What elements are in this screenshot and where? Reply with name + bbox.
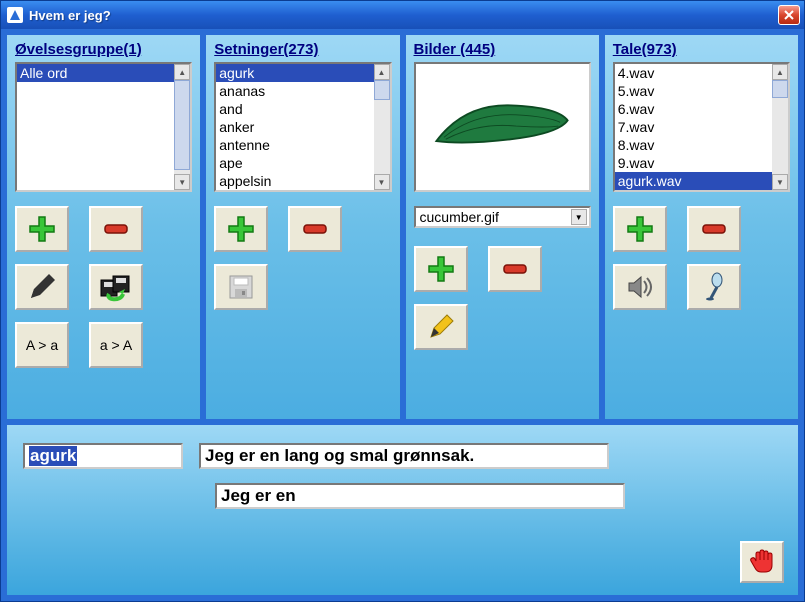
close-icon	[784, 10, 794, 20]
sentence-partial-input[interactable]: Jeg er en	[215, 483, 625, 509]
pencil-yellow-icon	[426, 312, 456, 342]
speaker-icon	[625, 272, 655, 302]
scroll-up-icon[interactable]: ▲	[374, 64, 390, 80]
minus-icon	[500, 254, 530, 284]
upper-panels: Øvelsesgruppe(1) Alle ord ▲ ▼	[4, 32, 801, 422]
floppy-icon	[227, 273, 255, 301]
panel-images: Bilder (445) cucumber.gif ▼	[405, 34, 600, 420]
scroll-down-icon[interactable]: ▼	[174, 174, 190, 190]
scroll-down-icon[interactable]: ▼	[374, 174, 390, 190]
list-item[interactable]: and	[216, 100, 373, 118]
sentences-save-button[interactable]	[214, 264, 268, 310]
panel-speech: Tale(973) 4.wav5.wav6.wav7.wav8.wav9.wav…	[604, 34, 799, 420]
microphone-icon	[699, 272, 729, 302]
app-window: Hvem er jeg? Øvelsesgruppe(1) Alle ord ▲…	[0, 0, 805, 602]
list-item[interactable]: 7.wav	[615, 118, 772, 136]
plus-icon	[426, 254, 456, 284]
list-item[interactable]: ape	[216, 154, 373, 172]
image-preview	[414, 62, 591, 192]
list-item[interactable]: anker	[216, 118, 373, 136]
panel-sentences-title[interactable]: Setninger(273)	[214, 41, 391, 58]
list-item[interactable]: 8.wav	[615, 136, 772, 154]
speech-record-button[interactable]	[687, 264, 741, 310]
scroll-thumb[interactable]	[772, 80, 788, 98]
scroll-down-icon[interactable]: ▼	[772, 174, 788, 190]
scrollbar[interactable]: ▲ ▼	[772, 64, 788, 190]
list-item[interactable]: 9.wav	[615, 154, 772, 172]
chevron-down-icon: ▼	[571, 209, 587, 225]
minus-icon	[699, 214, 729, 244]
hand-stop-icon	[747, 547, 777, 577]
scroll-up-icon[interactable]: ▲	[174, 64, 190, 80]
list-item[interactable]: 5.wav	[615, 82, 772, 100]
titlebar: Hvem er jeg?	[1, 1, 804, 29]
plus-icon	[625, 214, 655, 244]
window-title: Hvem er jeg?	[29, 8, 778, 23]
list-item[interactable]: ananas	[216, 82, 373, 100]
pencil-icon	[27, 272, 57, 302]
list-item[interactable]: antenne	[216, 136, 373, 154]
speech-listbox[interactable]: 4.wav5.wav6.wav7.wav8.wav9.wavagurk.wav …	[613, 62, 790, 192]
to-upper-button[interactable]: a > A	[89, 322, 143, 368]
panel-images-title[interactable]: Bilder (445)	[414, 41, 591, 58]
floppy-group-icon	[99, 272, 133, 302]
cucumber-image	[427, 92, 577, 162]
groups-listbox[interactable]: Alle ord ▲ ▼	[15, 62, 192, 192]
speech-add-button[interactable]	[613, 206, 667, 252]
scrollbar[interactable]: ▲ ▼	[374, 64, 390, 190]
scroll-thumb[interactable]	[174, 80, 190, 170]
word-input[interactable]: agurk	[23, 443, 183, 469]
groups-edit-button[interactable]	[15, 264, 69, 310]
images-remove-button[interactable]	[488, 246, 542, 292]
scrollbar[interactable]: ▲ ▼	[174, 64, 190, 190]
list-item[interactable]: 6.wav	[615, 100, 772, 118]
stop-button[interactable]	[740, 541, 784, 583]
editor-panel: agurk Jeg er en lang og smal grønnsak. J…	[6, 424, 799, 596]
plus-icon	[27, 214, 57, 244]
speech-remove-button[interactable]	[687, 206, 741, 252]
speech-play-button[interactable]	[613, 264, 667, 310]
list-item[interactable]: appelsin	[216, 172, 373, 190]
panel-groups-title[interactable]: Øvelsesgruppe(1)	[15, 41, 192, 58]
image-dropdown-value: cucumber.gif	[420, 209, 499, 225]
list-item[interactable]: 4.wav	[615, 64, 772, 82]
images-edit-button[interactable]	[414, 304, 468, 350]
sentences-add-button[interactable]	[214, 206, 268, 252]
client-area: Øvelsesgruppe(1) Alle ord ▲ ▼	[4, 32, 801, 598]
sentences-remove-button[interactable]	[288, 206, 342, 252]
images-add-button[interactable]	[414, 246, 468, 292]
sentences-listbox[interactable]: agurkananasandankerantenneapeappelsin ▲ …	[214, 62, 391, 192]
list-item[interactable]: agurk.wav	[615, 172, 772, 190]
image-dropdown[interactable]: cucumber.gif ▼	[414, 206, 591, 228]
minus-icon	[101, 214, 131, 244]
close-button[interactable]	[778, 5, 800, 25]
app-icon	[7, 7, 23, 23]
groups-add-button[interactable]	[15, 206, 69, 252]
panel-groups: Øvelsesgruppe(1) Alle ord ▲ ▼	[6, 34, 201, 420]
scroll-up-icon[interactable]: ▲	[772, 64, 788, 80]
minus-icon	[300, 214, 330, 244]
groups-remove-button[interactable]	[89, 206, 143, 252]
list-item[interactable]: Alle ord	[17, 64, 174, 82]
panel-speech-title[interactable]: Tale(973)	[613, 41, 790, 58]
panel-sentences: Setninger(273) agurkananasandankerantenn…	[205, 34, 400, 420]
groups-save-button[interactable]	[89, 264, 143, 310]
plus-icon	[226, 214, 256, 244]
sentence-full-input[interactable]: Jeg er en lang og smal grønnsak.	[199, 443, 609, 469]
list-item[interactable]: agurk	[216, 64, 373, 82]
to-lower-button[interactable]: A > a	[15, 322, 69, 368]
scroll-thumb[interactable]	[374, 80, 390, 100]
